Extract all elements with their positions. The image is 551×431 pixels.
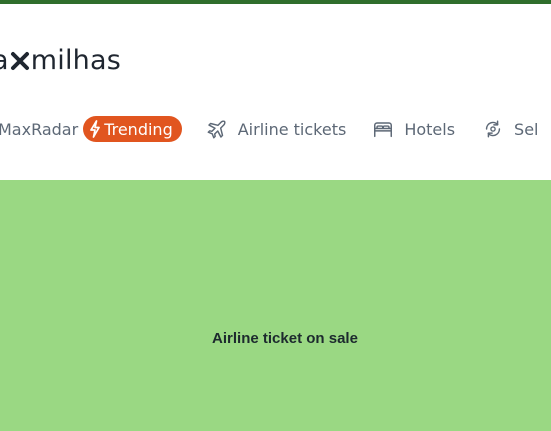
lightning-icon <box>90 120 101 138</box>
logo-x-mark-icon <box>10 52 29 70</box>
nav-item-sel-label: Sel <box>514 119 539 139</box>
nav-item-maxradar[interactable]: MaxRadar Trending <box>0 116 182 142</box>
main-navigation: MaxRadar Trending Airline tickets Hotels <box>0 110 538 148</box>
nav-item-hotels[interactable]: Hotels <box>372 118 455 140</box>
logo-prefix: a <box>0 44 9 76</box>
promo-banner-title: Airline ticket on sale <box>212 330 358 347</box>
nav-item-maxradar-label: MaxRadar <box>0 119 79 139</box>
promo-banner[interactable]: Airline ticket on sale <box>0 180 551 431</box>
airplane-icon <box>207 120 226 139</box>
logo-suffix: milhas <box>30 44 121 76</box>
nav-item-hotels-label: Hotels <box>404 119 456 139</box>
site-header: a milhas MaxRadar Trending Airline ticke… <box>0 4 551 180</box>
nav-item-airline-tickets[interactable]: Airline tickets <box>206 118 347 140</box>
maxmilhas-logo[interactable]: a milhas <box>0 40 121 80</box>
trending-badge-label: Trending <box>104 119 173 139</box>
trending-badge[interactable]: Trending <box>83 116 182 142</box>
bed-icon <box>374 122 393 138</box>
nav-item-sel[interactable]: Sel <box>482 118 538 140</box>
refresh-icon <box>485 120 501 138</box>
nav-item-airline-tickets-label: Airline tickets <box>237 119 347 139</box>
